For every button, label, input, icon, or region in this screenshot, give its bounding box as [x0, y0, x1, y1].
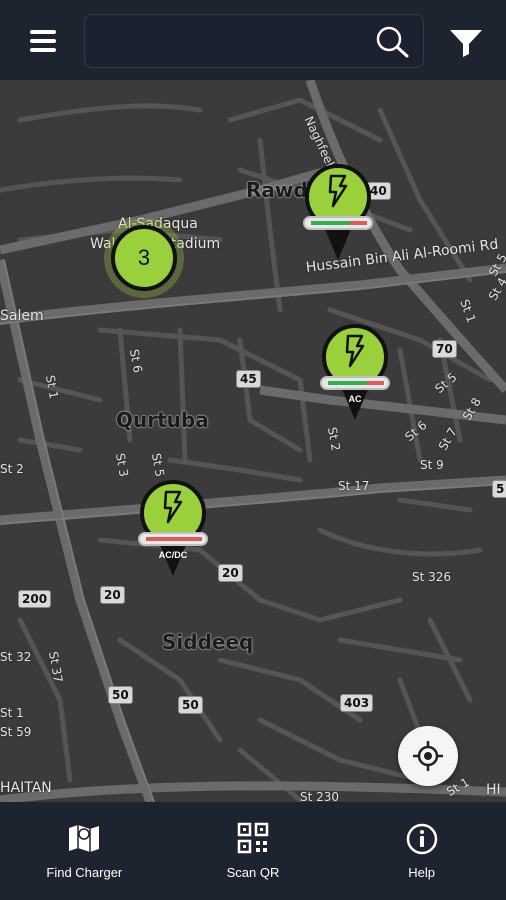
route-shield: 5 [492, 480, 506, 498]
street-label: St 17 [338, 479, 370, 493]
lightning-bolt-icon [163, 490, 183, 524]
my-location-icon [413, 741, 443, 771]
street-label: St 230 [300, 790, 340, 802]
info-icon [406, 823, 437, 855]
charger-type-label: AC/DC [158, 550, 188, 560]
availability-bar [303, 216, 373, 230]
nav-label: Scan QR [226, 865, 280, 880]
nav-scan-qr[interactable]: Scan QR [169, 802, 338, 900]
area-label-salem: Salem [0, 308, 44, 324]
street-label: St 1 [0, 706, 24, 720]
route-shield: 50 [108, 686, 133, 704]
charger-pin-ac[interactable]: AC [318, 324, 392, 424]
search-button[interactable] [373, 23, 413, 61]
availability-bar [320, 376, 390, 390]
search-input[interactable] [84, 14, 424, 68]
busy-segment [350, 221, 367, 225]
area-label-hi: HI [486, 782, 501, 798]
filter-funnel-icon [450, 30, 482, 57]
search-icon [376, 26, 409, 58]
charger-cluster-marker[interactable]: 3 [104, 218, 184, 298]
charger-type-label: AC [348, 394, 362, 404]
street-label: St 9 [420, 458, 444, 472]
my-location-button[interactable] [398, 726, 458, 786]
bottom-navigation: Find Charger Scan QR Help [0, 802, 506, 900]
filter-button[interactable] [444, 22, 488, 62]
charger-pin-acdc[interactable]: AC/DC [136, 480, 210, 580]
lightning-bolt-icon [328, 174, 348, 208]
street-label: St 59 [0, 725, 32, 739]
route-shield: 45 [236, 370, 261, 388]
street-label: St 326 [412, 570, 452, 584]
lightning-bolt-icon [345, 334, 365, 368]
hamburger-menu-icon [30, 30, 56, 52]
nav-label: Help [408, 865, 436, 880]
map-view[interactable]: Rawda Qurtuba Siddeeq Al-Sadaqua Walsala… [0, 80, 506, 802]
route-shield: 20 [218, 564, 243, 582]
route-shield: 70 [432, 340, 457, 358]
map-icon [69, 825, 100, 852]
cluster-count: 3 [111, 225, 177, 291]
route-shield: 20 [100, 586, 125, 604]
route-shield: 200 [18, 590, 52, 608]
street-label: St 2 [0, 462, 24, 476]
busy-segment [146, 537, 202, 541]
nav-label: Find Charger [46, 865, 123, 880]
area-label-qurtuba: Qurtuba [116, 408, 209, 432]
menu-button[interactable] [18, 22, 66, 58]
charger-pin-rawda[interactable] [301, 164, 375, 264]
nav-help[interactable]: Help [337, 802, 506, 900]
busy-segment [367, 381, 384, 385]
street-label: St 32 [0, 650, 32, 664]
route-shield: 50 [178, 696, 203, 714]
top-app-bar [0, 0, 506, 80]
area-label-haitan: HAITAN [0, 780, 52, 796]
availability-bar [138, 532, 208, 546]
route-shield: 403 [340, 694, 374, 712]
available-segment [311, 221, 350, 225]
nav-find-charger[interactable]: Find Charger [0, 802, 169, 900]
qr-code-icon [237, 822, 269, 854]
area-label-siddeeq: Siddeeq [162, 630, 254, 654]
available-segment [328, 381, 367, 385]
